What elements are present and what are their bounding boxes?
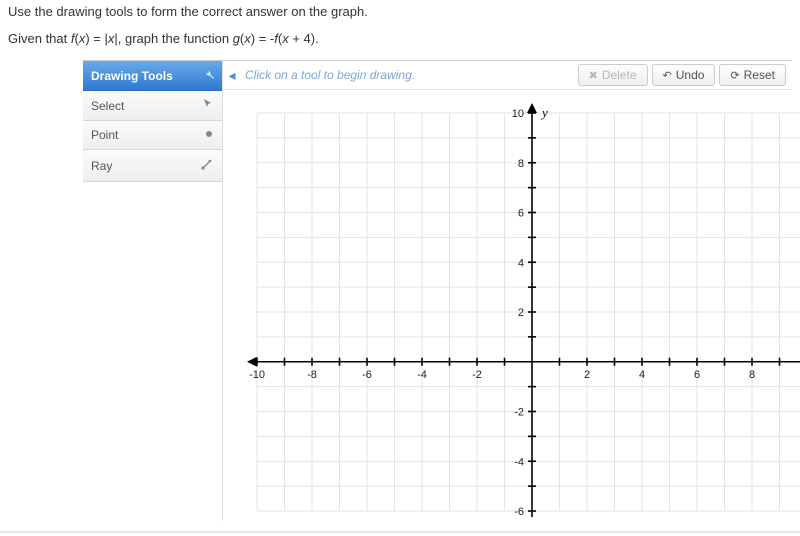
svg-text:-6: -6 [514, 506, 524, 518]
problem-suffix: . [315, 31, 319, 46]
footer-divider [0, 531, 800, 533]
tool-label: Ray [91, 159, 112, 173]
reset-button[interactable]: ⟳ Reset [719, 64, 786, 86]
workspace: Drawing Tools Select Point Ray [83, 60, 792, 521]
tool-select[interactable]: Select [83, 91, 222, 121]
graph-canvas[interactable]: -10-8-6-4-2246810-6-4-2246810yx [237, 103, 790, 521]
tool-point[interactable]: Point [83, 121, 222, 150]
svg-text:-10: -10 [249, 369, 265, 381]
problem-mid: , graph the function [118, 31, 233, 46]
undo-label: Undo [676, 68, 705, 82]
tool-label: Point [91, 128, 118, 142]
reset-label: Reset [744, 68, 775, 82]
svg-text:6: 6 [694, 369, 700, 381]
reset-icon: ⟳ [730, 69, 739, 82]
problem-statement: Given that f(x) = |x|, graph the functio… [8, 31, 792, 46]
drawing-toolbox: Drawing Tools Select Point Ray [83, 61, 223, 521]
toolbox-header: Drawing Tools [83, 61, 222, 91]
svg-text:-2: -2 [472, 369, 482, 381]
cursor-icon [202, 98, 214, 113]
svg-text:8: 8 [518, 158, 524, 170]
delete-button[interactable]: ✖ Delete [578, 64, 648, 86]
svg-text:4: 4 [518, 257, 524, 269]
canvas-toolbar: ◂ Click on a tool to begin drawing. ✖ De… [223, 61, 792, 90]
svg-text:-4: -4 [417, 369, 427, 381]
svg-text:2: 2 [584, 369, 590, 381]
point-icon [204, 128, 214, 142]
delete-label: Delete [602, 68, 637, 82]
svg-text:-2: -2 [514, 407, 524, 419]
svg-text:2: 2 [518, 307, 524, 319]
svg-text:8: 8 [749, 369, 755, 381]
svg-text:-4: -4 [514, 456, 524, 468]
delete-icon: ✖ [589, 69, 598, 82]
problem-gx: g(x) = -f(x + 4) [233, 31, 315, 46]
hint-text: Click on a tool to begin drawing. [241, 68, 578, 82]
undo-icon: ↶ [663, 69, 672, 82]
collapse-arrow-icon[interactable]: ◂ [223, 67, 241, 84]
ray-icon [200, 157, 214, 174]
instruction-text: Use the drawing tools to form the correc… [8, 4, 792, 19]
problem-fx: f(x) = |x| [71, 31, 118, 46]
svg-text:-8: -8 [307, 369, 317, 381]
svg-text:-6: -6 [362, 369, 372, 381]
svg-text:6: 6 [518, 208, 524, 220]
svg-text:4: 4 [639, 369, 645, 381]
svg-text:10: 10 [512, 108, 524, 120]
problem-prefix: Given that [8, 31, 71, 46]
coordinate-grid: -10-8-6-4-2246810-6-4-2246810yx [237, 103, 800, 521]
tool-ray[interactable]: Ray [83, 150, 222, 182]
toolbox-title: Drawing Tools [91, 69, 173, 83]
svg-text:y: y [540, 105, 548, 120]
canvas-area: ◂ Click on a tool to begin drawing. ✖ De… [223, 61, 792, 521]
tool-label: Select [91, 99, 124, 113]
undo-button[interactable]: ↶ Undo [652, 64, 716, 86]
wrench-icon [202, 68, 214, 83]
